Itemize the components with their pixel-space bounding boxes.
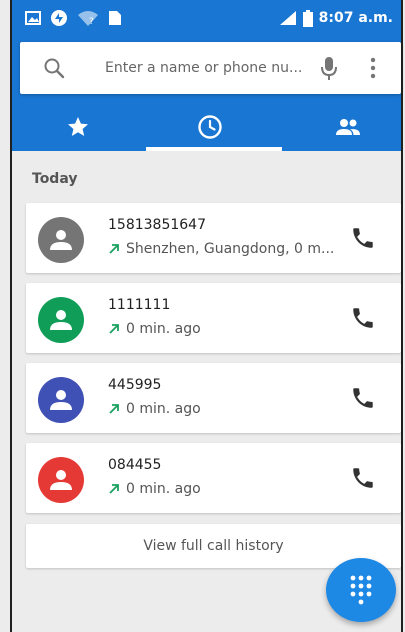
call-number: 1111111 [108, 297, 171, 313]
battery-icon [302, 9, 313, 27]
outgoing-call-arrow-icon [109, 244, 119, 254]
call-log-item[interactable]: 445995 0 min. ago [26, 363, 401, 433]
status-icons-left: ? [25, 9, 122, 27]
status-time: 8:07 a.m. [318, 10, 393, 26]
wifi-icon: ? [78, 11, 98, 26]
call-detail-text: 0 min. ago [126, 321, 201, 337]
dialpad-button[interactable] [326, 558, 396, 622]
star-icon [68, 117, 88, 136]
person-icon [50, 230, 72, 250]
sim-icon [109, 11, 121, 25]
avatar[interactable] [38, 217, 84, 263]
status-bar: ? 8:07 a.m. [12, 0, 401, 36]
call-detail-text: 0 min. ago [126, 481, 201, 497]
clock-icon [198, 115, 222, 139]
phone-icon[interactable] [350, 465, 376, 491]
call-detail-text: Shenzhen, Guangdong, 0 m... [126, 241, 335, 257]
call-detail-text: 0 min. ago [126, 401, 201, 417]
call-detail: Shenzhen, Guangdong, 0 m... [108, 241, 334, 257]
section-title: Today [32, 171, 78, 187]
people-icon [336, 119, 360, 135]
tab-favorites[interactable] [18, 104, 138, 150]
call-number: 084455 [108, 457, 162, 473]
call-log-item[interactable]: 084455 0 min. ago [26, 443, 401, 513]
person-icon [50, 470, 72, 490]
image-icon [25, 11, 41, 25]
tab-contacts[interactable] [288, 104, 405, 150]
sync-icon [51, 10, 67, 26]
tab-indicator [146, 147, 282, 151]
call-log-item[interactable]: 1111111 0 min. ago [26, 283, 401, 353]
person-icon [50, 310, 72, 330]
outgoing-call-arrow-icon [109, 484, 119, 494]
call-number: 445995 [108, 377, 162, 393]
phone-icon[interactable] [350, 385, 376, 411]
dialpad-icon [350, 575, 372, 605]
avatar[interactable] [38, 297, 84, 343]
phone-icon[interactable] [350, 305, 376, 331]
avatar[interactable] [38, 377, 84, 423]
mic-icon[interactable] [319, 55, 339, 81]
search-icon[interactable] [42, 56, 66, 80]
tab-recents[interactable] [150, 104, 270, 150]
svg-text:?: ? [89, 17, 94, 26]
phone-icon[interactable] [350, 225, 376, 251]
avatar[interactable] [38, 457, 84, 503]
call-detail: 0 min. ago [108, 401, 201, 417]
call-detail: 0 min. ago [108, 321, 201, 337]
person-icon [50, 390, 72, 410]
outgoing-call-arrow-icon [109, 324, 119, 334]
status-icons-right: 8:07 a.m. [279, 9, 393, 27]
signal-icon [279, 11, 296, 25]
call-log-item[interactable]: 15813851647 Shenzhen, Guangdong, 0 m... [26, 203, 401, 273]
call-number: 15813851647 [108, 217, 206, 233]
frame-right-edge [401, 0, 403, 632]
more-vert-icon[interactable] [369, 56, 377, 80]
call-detail: 0 min. ago [108, 481, 201, 497]
search-input[interactable] [105, 56, 305, 80]
search-bar[interactable] [20, 42, 401, 94]
outgoing-call-arrow-icon [109, 404, 119, 414]
